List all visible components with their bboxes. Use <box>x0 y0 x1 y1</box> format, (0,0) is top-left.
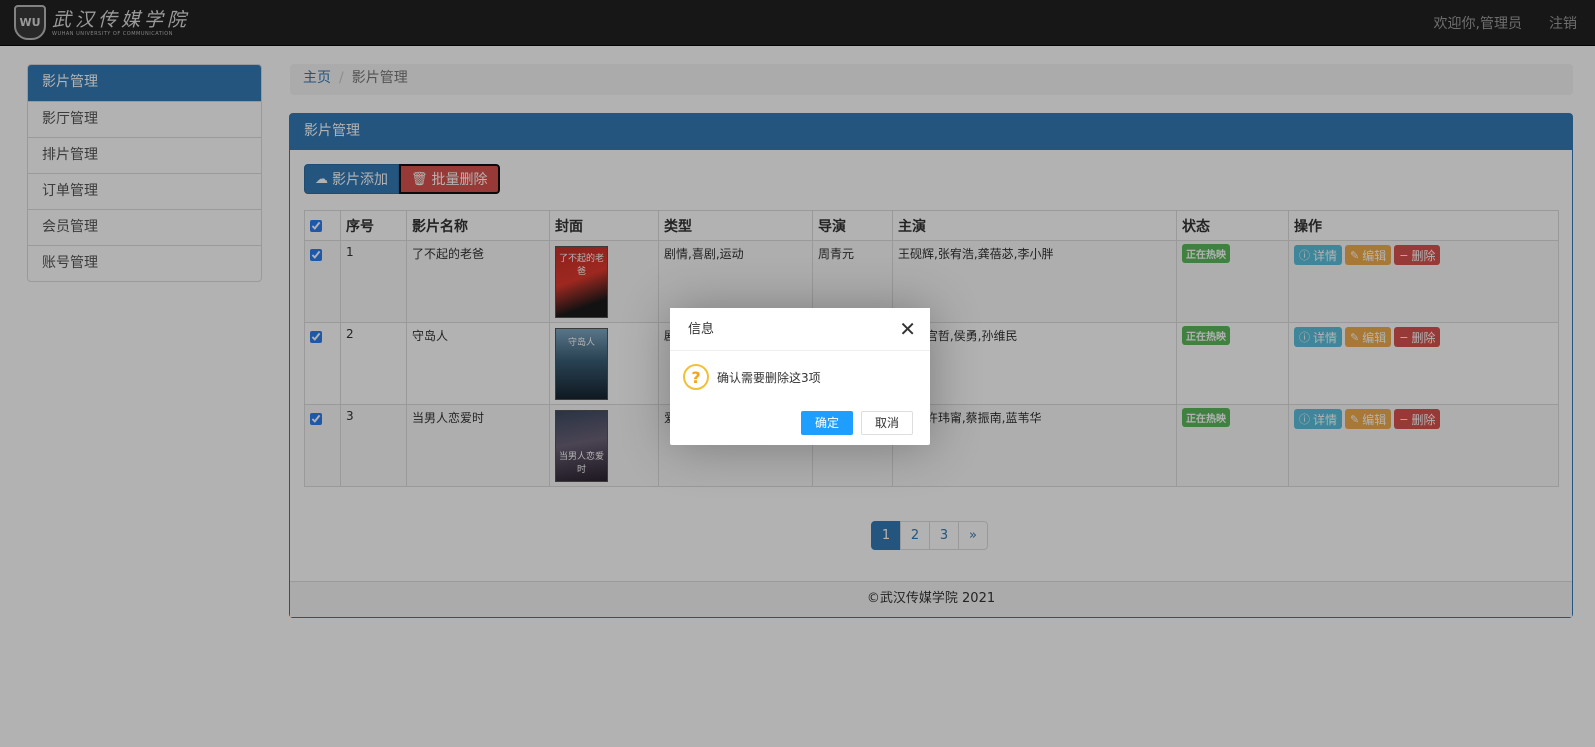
confirm-delete-dialog: 信息 ✕ ? 确认需要删除这3项 确定 取消 <box>670 308 930 445</box>
confirm-button[interactable]: 确定 <box>800 411 853 435</box>
dialog-body: ? 确认需要删除这3项 <box>683 364 821 390</box>
dialog-title: 信息 <box>670 308 930 351</box>
cancel-button[interactable]: 取消 <box>860 411 913 435</box>
question-icon: ? <box>683 364 709 390</box>
close-icon[interactable]: ✕ <box>899 319 916 339</box>
dialog-message: 确认需要删除这3项 <box>717 370 821 385</box>
dialog-buttons: 确定 取消 <box>793 411 913 435</box>
